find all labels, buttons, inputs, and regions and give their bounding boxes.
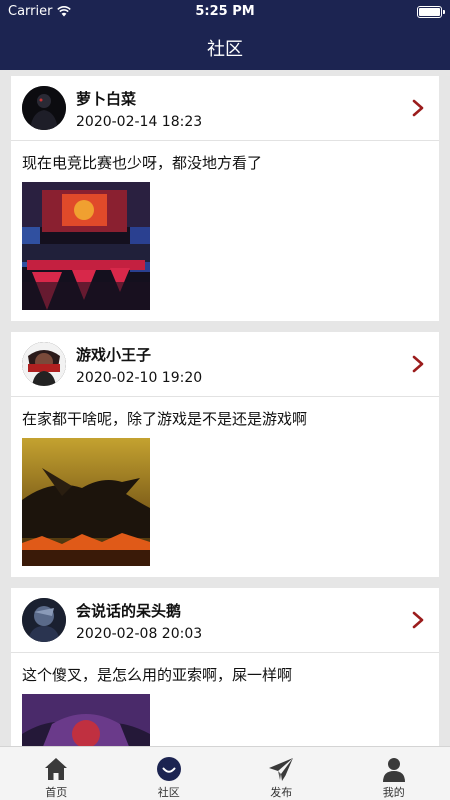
chevron-right-icon[interactable] xyxy=(411,354,425,374)
tab-profile[interactable]: 我的 xyxy=(338,747,450,800)
post-content: 在家都干啥呢，除了游戏是不是还是游戏啊 xyxy=(22,410,308,428)
tab-label: 发布 xyxy=(270,786,293,799)
post-image[interactable] xyxy=(22,438,150,566)
post-image[interactable] xyxy=(22,694,150,746)
post-card[interactable]: 会说话的呆头鹅 2020-02-08 20:03 这个傻叉，是怎么用的亚索啊，屎… xyxy=(11,588,439,746)
send-icon[interactable] xyxy=(267,755,295,783)
post-username[interactable]: 游戏小王子 xyxy=(76,344,151,365)
post-feed[interactable]: 萝卜白菜 2020-02-14 18:23 现在电竞比赛也少呀，都没地方看了 游… xyxy=(0,70,450,746)
post-header[interactable]: 会说话的呆头鹅 2020-02-08 20:03 xyxy=(11,588,439,653)
user-icon[interactable] xyxy=(380,755,408,783)
post-time: 2020-02-08 20:03 xyxy=(76,626,203,642)
avatar[interactable] xyxy=(22,86,66,130)
tab-home[interactable]: 首页 xyxy=(0,747,113,800)
tab-label: 首页 xyxy=(45,786,68,799)
avatar[interactable] xyxy=(22,342,66,386)
post-header[interactable]: 游戏小王子 2020-02-10 19:20 xyxy=(11,332,439,397)
post-time: 2020-02-10 19:20 xyxy=(76,370,203,386)
tab-community[interactable]: 社区 xyxy=(113,747,226,800)
chevron-right-icon[interactable] xyxy=(411,610,425,630)
post-content: 现在电竞比赛也少呀，都没地方看了 xyxy=(22,154,263,172)
post-image[interactable] xyxy=(22,182,150,310)
tab-label: 我的 xyxy=(382,786,405,799)
post-username[interactable]: 萝卜白菜 xyxy=(76,88,136,109)
status-bar: Carrier 5:25 PM xyxy=(0,0,450,24)
tab-publish[interactable]: 发布 xyxy=(225,747,338,800)
app-header: Carrier 5:25 PM 社区 xyxy=(0,0,450,70)
avatar[interactable] xyxy=(22,598,66,642)
post-username[interactable]: 会说话的呆头鹅 xyxy=(76,600,181,621)
page-title: 社区 xyxy=(207,39,243,60)
post-time: 2020-02-14 18:23 xyxy=(76,114,203,130)
chevron-right-icon[interactable] xyxy=(411,98,425,118)
post-card[interactable]: 萝卜白菜 2020-02-14 18:23 现在电竞比赛也少呀，都没地方看了 xyxy=(11,76,439,321)
post-header[interactable]: 萝卜白菜 2020-02-14 18:23 xyxy=(11,76,439,141)
post-card[interactable]: 游戏小王子 2020-02-10 19:20 在家都干啥呢，除了游戏是不是还是游… xyxy=(11,332,439,577)
status-time: 5:25 PM xyxy=(195,4,255,19)
tab-label: 社区 xyxy=(157,786,180,799)
battery-icon xyxy=(417,6,445,18)
community-icon[interactable] xyxy=(155,755,183,783)
bottom-tab-bar: 首页 社区 发布 我的 xyxy=(0,746,450,800)
post-content: 这个傻叉，是怎么用的亚索啊，屎一样啊 xyxy=(22,666,293,684)
home-icon[interactable] xyxy=(42,755,70,783)
